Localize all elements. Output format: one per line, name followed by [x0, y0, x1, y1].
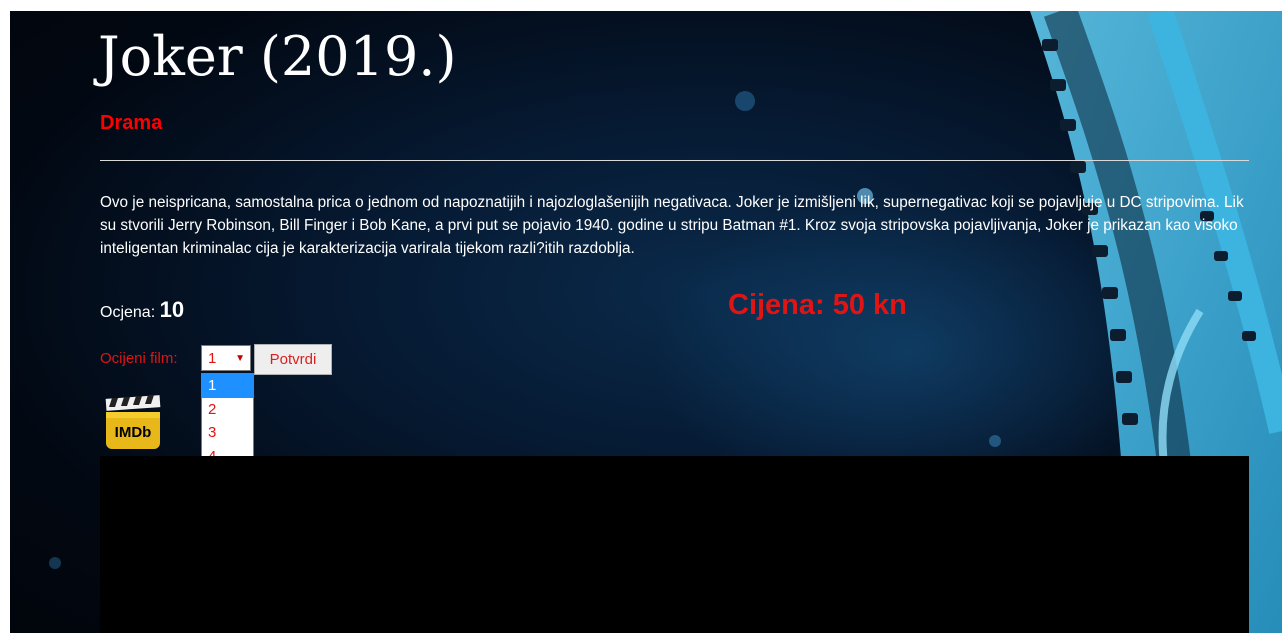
chevron-down-icon: ▼ — [235, 353, 245, 364]
movie-description: Ovo je neispricana, samostalna prica o j… — [100, 194, 1244, 257]
rating-option[interactable]: 2 — [202, 398, 253, 422]
movie-title: Joker (2019.) — [98, 25, 457, 88]
divider — [100, 160, 1249, 161]
rate-label: Ocijeni film: — [100, 350, 178, 367]
imdb-link[interactable]: IMDb — [104, 392, 162, 451]
video-player[interactable] — [100, 456, 1249, 633]
rating-select[interactable]: 1 ▼ — [201, 345, 251, 371]
rating-option[interactable]: 3 — [202, 421, 253, 445]
rating-select-value: 1 — [208, 350, 217, 367]
price: Cijena: 50 kn — [728, 289, 907, 321]
movie-page: Joker (2019.) Drama Ovo je neispricana, … — [10, 11, 1282, 633]
rating-value: 10 — [159, 297, 185, 322]
rating-option[interactable]: 1 — [202, 374, 253, 398]
confirm-button[interactable]: Potvrdi — [254, 344, 332, 375]
movie-genre: Drama — [100, 112, 163, 134]
rating: Ocjena: 10 — [100, 295, 184, 328]
imdb-text: IMDb — [115, 424, 152, 441]
rating-label: Ocjena: — [100, 304, 156, 321]
